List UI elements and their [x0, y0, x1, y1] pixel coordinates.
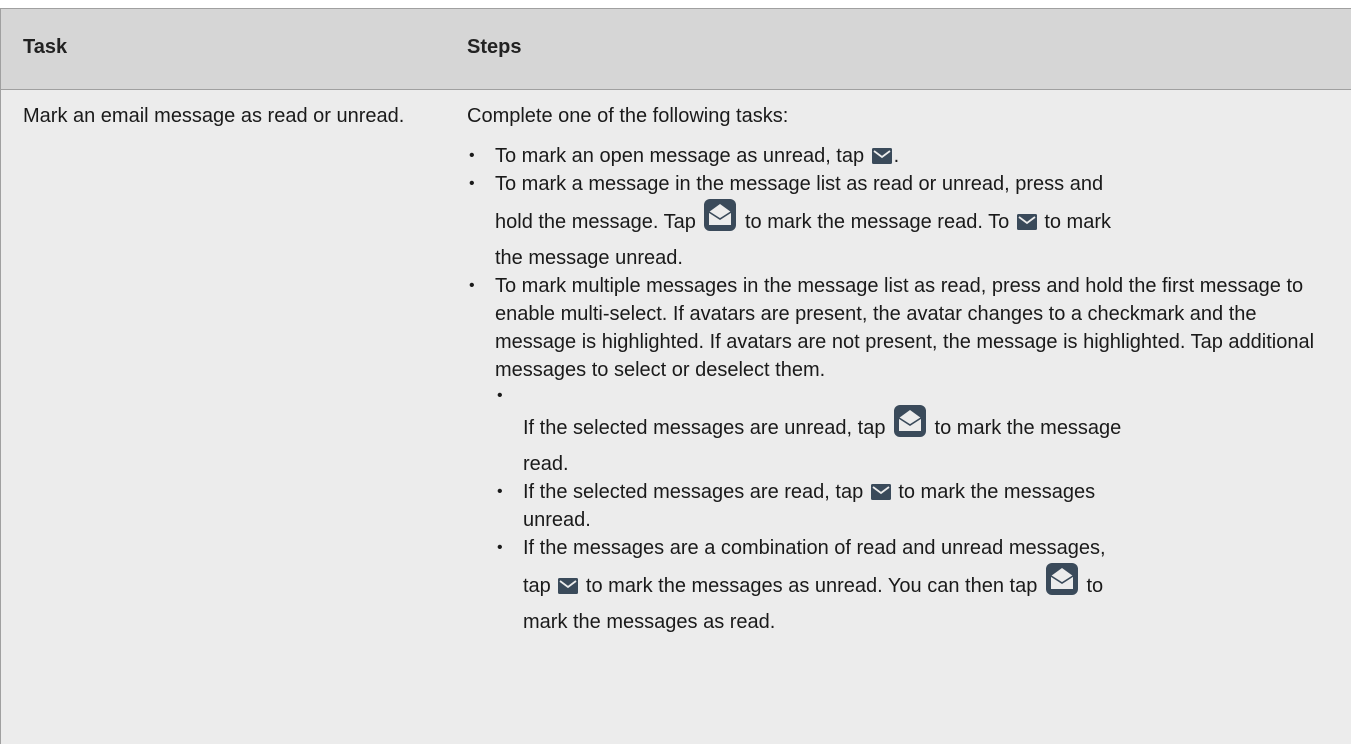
item2-seg2: to mark the message read. To [739, 211, 1015, 233]
item2-line2: hold the message. Tap to mark the messag… [495, 199, 1112, 233]
column-header-steps: Steps [467, 36, 522, 58]
open-envelope-icon [894, 405, 926, 437]
item1-text: To mark an open message as unread, tap [495, 145, 870, 167]
item2-line3: the message unread. [495, 247, 683, 269]
sub-list-item: If the selected messages are read, tap t… [495, 478, 1327, 534]
task-cell: Mark an email message as read or unread. [23, 105, 405, 127]
item2-seg3: to mark [1038, 211, 1112, 233]
sub2-line2: unread. [523, 509, 591, 531]
sub2-before: If the selected messages are read, tap [523, 481, 869, 503]
sub1-before: If the selected messages are unread, tap [523, 417, 891, 439]
item3-text: To mark multiple messages in the message… [495, 275, 1315, 381]
sub3-seg3: to [1080, 575, 1104, 597]
item2-line1: To mark a message in the message list as… [495, 173, 1104, 195]
list-item: To mark a message in the message list as… [467, 170, 1327, 272]
list-item: To mark an open message as unread, tap . [467, 142, 1327, 170]
sub1-line1: If the selected messages are unread, tap… [523, 405, 1122, 439]
table-header: Task Steps [1, 9, 1351, 90]
envelope-icon [871, 148, 892, 164]
sub2-line1: If the selected messages are read, tap t… [523, 478, 1327, 506]
sub3-line2: tap to mark the messages as unread. You … [523, 563, 1104, 597]
sub-list: If the selected messages are unread, tap… [495, 382, 1327, 636]
sub3-line3: mark the messages as read. [523, 611, 776, 633]
steps-list: To mark an open message as unread, tap .… [467, 142, 1327, 636]
open-envelope-icon [704, 199, 737, 231]
steps-cell: Complete one of the following tasks: To … [467, 102, 1327, 636]
sub2-after: to mark the messages [892, 481, 1096, 503]
sub3-line1: If the messages are a combination of rea… [523, 537, 1106, 559]
steps-intro: Complete one of the following tasks: [467, 105, 789, 127]
envelope-icon [870, 484, 891, 500]
steps-table: Task Steps Mark an email message as read… [0, 8, 1351, 744]
sub-list-item: If the selected messages are unread, tap… [495, 382, 1327, 478]
column-header-task: Task [23, 36, 68, 58]
envelope-icon [1016, 214, 1037, 230]
sub3-seg1: tap [523, 575, 557, 597]
open-envelope-icon [1045, 563, 1078, 595]
sub1-line2: read. [523, 453, 569, 475]
item1-end: . [893, 145, 900, 167]
item2-seg1: hold the message. Tap [495, 211, 702, 233]
sub3-seg2: to mark the messages as unread. You can … [580, 575, 1043, 597]
sub1-after: to mark the message [929, 417, 1122, 439]
list-item: To mark multiple messages in the message… [467, 272, 1327, 636]
sub-list-item: If the messages are a combination of rea… [495, 534, 1327, 636]
envelope-icon [558, 578, 579, 594]
table-row: Mark an email message as read or unread.… [1, 90, 1351, 744]
